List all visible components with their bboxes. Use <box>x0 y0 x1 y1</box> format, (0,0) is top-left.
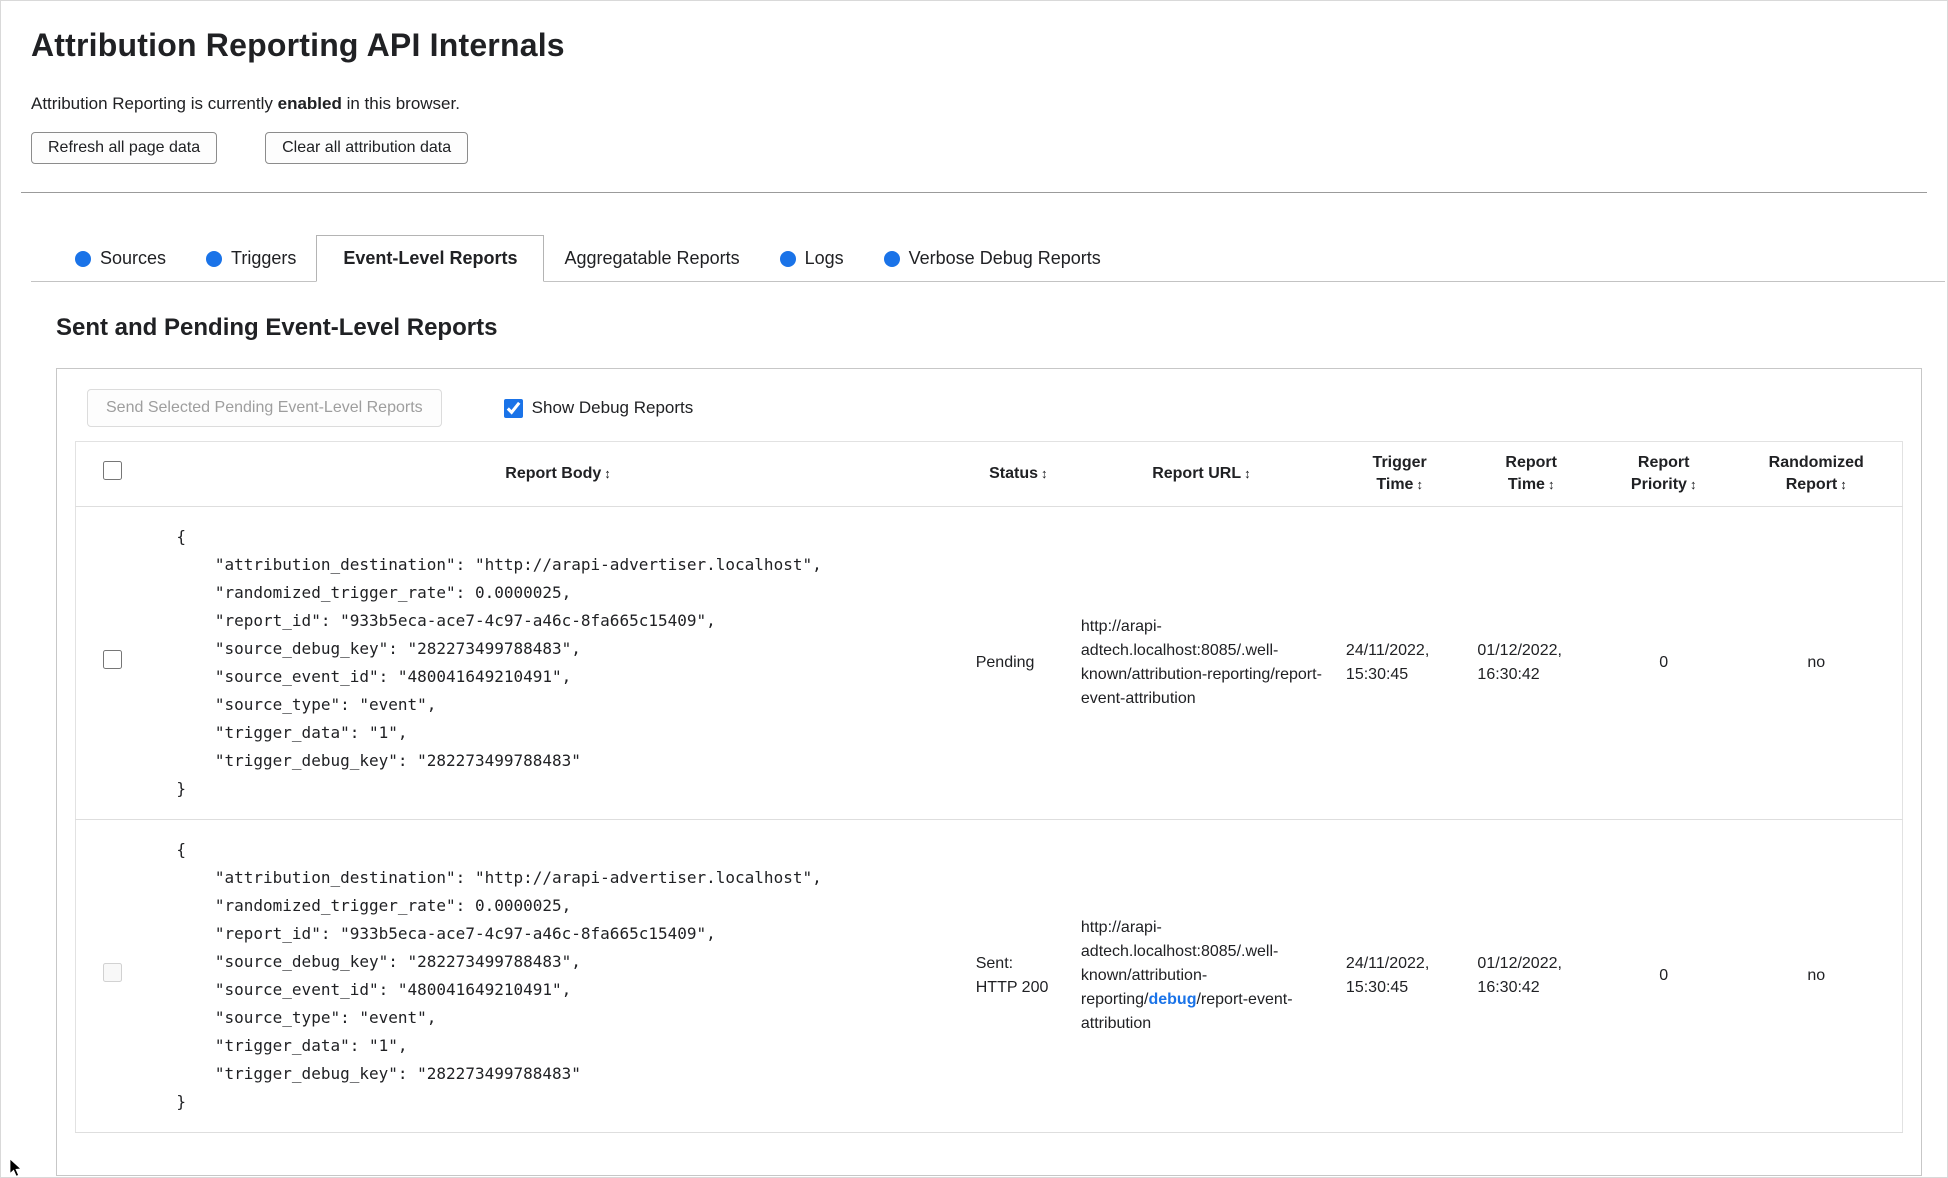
status-text-prefix: Attribution Reporting is currently <box>31 94 278 113</box>
sort-icon: ↕ <box>1416 477 1423 492</box>
tab-label: Triggers <box>231 248 297 268</box>
event-level-reports-table: Report Body ↕ Status ↕ Report URL ↕ Trigger… <box>75 441 1903 1133</box>
feature-status-text: Attribution Reporting is currently enabl… <box>31 94 1917 114</box>
status-cell: Pending <box>975 654 1035 671</box>
section-title: Sent and Pending Event-Level Reports <box>56 314 498 341</box>
debug-url-link[interactable]: debug <box>1148 991 1196 1008</box>
row-select-cell <box>76 507 149 820</box>
tab-logs[interactable]: Logs <box>760 236 864 281</box>
status-dot-icon <box>883 250 900 267</box>
reports-toolbar: Send Selected Pending Event-Level Report… <box>75 389 1903 427</box>
mouse-cursor-icon <box>9 1159 22 1177</box>
report-body-json: { "attribution_destination": "http://ara… <box>176 840 822 1111</box>
tab-label: Sources <box>100 248 167 268</box>
column-header-randomized-report[interactable]: Randomized Report ↕ <box>1730 442 1902 507</box>
report-time-cell: 01/12/2022, 16:30:42 <box>1477 955 1562 996</box>
tab-verbose-debug-reports[interactable]: Verbose Debug Reports <box>864 236 1121 281</box>
tab-label: Event-Level Reports <box>343 248 518 268</box>
column-header-status[interactable]: Status ↕ <box>968 442 1069 507</box>
sort-icon: ↕ <box>1547 477 1555 492</box>
select-all-header-cell <box>76 442 149 507</box>
report-row: { "attribution_destination": "http://ara… <box>75 507 1903 820</box>
sort-icon: ↕ <box>1041 466 1048 481</box>
status-dot-icon <box>75 250 91 267</box>
header-divider <box>21 192 1927 193</box>
clear-all-button[interactable]: Clear all attribution data <box>265 132 469 164</box>
table-header-row: Report Body ↕ Status ↕ Report URL ↕ Trigger… <box>75 442 1903 507</box>
column-header-report-body[interactable]: Report Body ↕ <box>148 442 967 507</box>
tab-triggers[interactable]: Triggers <box>186 236 316 281</box>
sort-icon: ↕ <box>1244 466 1251 481</box>
column-header-report-time[interactable]: Report Time ↕ <box>1465 442 1597 507</box>
send-selected-button[interactable]: Send Selected Pending Event-Level Report… <box>87 389 442 427</box>
report-body-cell: { "attribution_destination": "http://ara… <box>148 507 967 820</box>
show-debug-label: Show Debug Reports <box>531 398 694 417</box>
report-priority-cell: 0 <box>1659 654 1669 671</box>
randomized-report-cell: no <box>1807 654 1826 671</box>
page-toolbar: Refresh all page data Clear all attribut… <box>31 132 1917 164</box>
column-header-trigger-time[interactable]: Trigger Time ↕ <box>1334 442 1466 507</box>
tab-sources[interactable]: Sources <box>55 236 186 281</box>
row-select-cell <box>76 820 149 1133</box>
report-url-cell: http://arapi-adtech.localhost:8085/.well… <box>1069 507 1334 820</box>
report-url-text: http://arapi-adtech.localhost:8085/.well… <box>1080 618 1322 707</box>
tab-label: Aggregatable Reports <box>564 248 740 268</box>
select-all-checkbox[interactable] <box>102 461 122 480</box>
reports-panel: Send Selected Pending Event-Level Report… <box>56 368 1922 1176</box>
page-header: Attribution Reporting API Internals Attr… <box>1 1 1947 193</box>
show-debug-toggle[interactable]: Show Debug Reports <box>503 398 694 418</box>
row-select-checkbox[interactable] <box>102 649 122 669</box>
trigger-time-cell: 24/11/2022, 15:30:45 <box>1345 955 1430 996</box>
report-body-json: { "attribution_destination": "http://ara… <box>176 527 822 798</box>
sort-icon: ↕ <box>1689 477 1697 492</box>
page-title: Attribution Reporting API Internals <box>31 27 565 63</box>
status-cell: Sent: HTTP 200 <box>975 955 1049 996</box>
tab-bar: Sources Triggers Event-Level Reports Agg… <box>31 235 1945 282</box>
column-header-report-url[interactable]: Report URL ↕ <box>1069 442 1334 507</box>
status-dot-icon <box>206 250 223 267</box>
refresh-all-button[interactable]: Refresh all page data <box>31 132 218 164</box>
tab-label: Logs <box>804 248 844 268</box>
trigger-time-cell: 24/11/2022, 15:30:45 <box>1345 642 1430 683</box>
report-row: { "attribution_destination": "http://ara… <box>75 820 1903 1133</box>
tab-aggregatable-reports[interactable]: Aggregatable Reports <box>544 236 759 281</box>
attribution-internals-page: Attribution Reporting API Internals Attr… <box>0 0 1948 1178</box>
tab-event-level-reports[interactable]: Event-Level Reports <box>316 235 545 282</box>
report-priority-cell: 0 <box>1659 967 1669 984</box>
report-time-cell: 01/12/2022, 16:30:42 <box>1477 642 1562 683</box>
status-dot-icon <box>779 250 796 267</box>
row-select-checkbox[interactable] <box>102 962 122 982</box>
sort-icon: ↕ <box>1840 477 1847 492</box>
column-header-report-priority[interactable]: Report Priority ↕ <box>1597 442 1731 507</box>
status-text-suffix: in this browser. <box>341 94 460 113</box>
status-enabled-text: enabled <box>277 94 342 113</box>
report-url-cell: http://arapi-adtech.localhost:8085/.well… <box>1069 820 1334 1133</box>
show-debug-checkbox[interactable] <box>503 398 523 418</box>
tab-label: Verbose Debug Reports <box>908 248 1101 268</box>
sort-icon: ↕ <box>604 466 611 481</box>
randomized-report-cell: no <box>1807 967 1826 984</box>
report-body-cell: { "attribution_destination": "http://ara… <box>148 820 967 1133</box>
